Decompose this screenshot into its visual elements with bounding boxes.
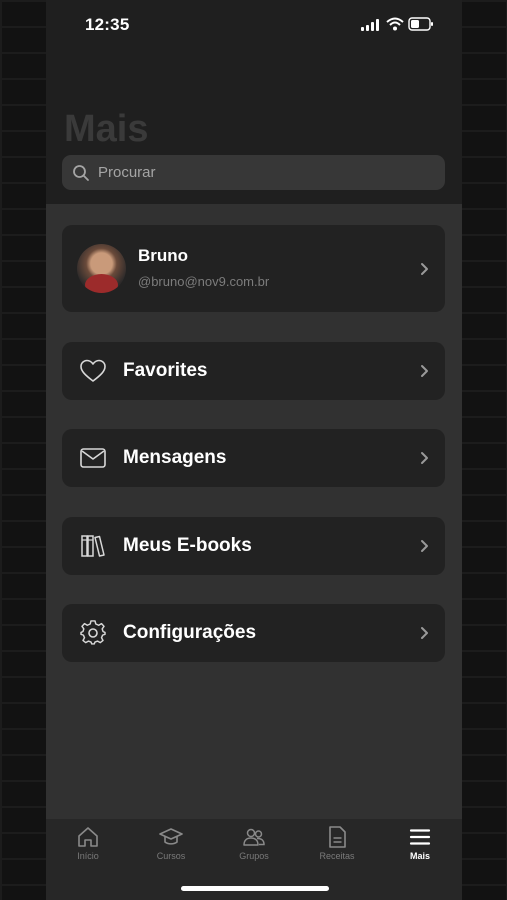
signal-icon xyxy=(361,19,379,31)
tab-mais[interactable]: Mais xyxy=(385,825,455,861)
chevron-right-icon xyxy=(421,627,428,639)
chevron-right-icon xyxy=(421,452,428,464)
battery-icon xyxy=(408,17,433,31)
tab-label: Mais xyxy=(409,851,430,861)
phone-screen: 12:35 Mais Bruno @bruno@nov9.com.br xyxy=(46,0,462,900)
tab-receitas[interactable]: Receitas xyxy=(302,825,372,861)
tab-inicio[interactable]: Início xyxy=(53,825,123,861)
search-input[interactable] xyxy=(96,163,420,182)
chevron-right-icon xyxy=(421,540,428,552)
home-indicator[interactable] xyxy=(181,886,329,891)
tab-label: Receitas xyxy=(319,851,355,861)
users-icon xyxy=(243,828,265,846)
heart-icon xyxy=(80,359,106,382)
document-icon xyxy=(329,826,346,848)
profile-email: @bruno@nov9.com.br xyxy=(138,274,270,289)
menu-icon xyxy=(409,829,431,845)
menu-item-ebooks[interactable]: Meus E-books xyxy=(62,517,445,575)
profile-name: Bruno xyxy=(138,246,189,265)
tab-cursos[interactable]: Cursos xyxy=(136,825,206,861)
avatar xyxy=(77,244,126,293)
menu-item-label: Favorites xyxy=(123,360,208,381)
tab-label: Grupos xyxy=(239,851,269,861)
menu-item-favorites[interactable]: Favorites xyxy=(62,342,445,400)
tab-label: Início xyxy=(77,851,99,861)
menu-item-label: Configurações xyxy=(123,622,257,643)
search-icon xyxy=(73,164,89,181)
menu-item-configuracoes[interactable]: Configurações xyxy=(62,604,445,662)
page-title: Mais xyxy=(64,108,149,150)
books-icon xyxy=(81,535,105,557)
profile-card[interactable]: Bruno @bruno@nov9.com.br xyxy=(62,225,445,312)
graduation-cap-icon xyxy=(159,828,183,845)
envelope-icon xyxy=(80,448,106,468)
search-bar[interactable] xyxy=(62,155,445,190)
menu-item-label: Meus E-books xyxy=(123,535,252,556)
wifi-icon xyxy=(386,17,404,31)
status-time: 12:35 xyxy=(85,15,130,34)
home-icon xyxy=(78,827,98,847)
menu-item-mensagens[interactable]: Mensagens xyxy=(62,429,445,487)
chevron-right-icon xyxy=(421,365,428,377)
menu-item-label: Mensagens xyxy=(123,447,227,468)
chevron-right-icon xyxy=(421,262,428,275)
tab-label: Cursos xyxy=(156,851,186,861)
tab-grupos[interactable]: Grupos xyxy=(219,825,289,861)
gear-icon xyxy=(80,620,106,645)
status-bar: 12:35 xyxy=(46,14,462,36)
